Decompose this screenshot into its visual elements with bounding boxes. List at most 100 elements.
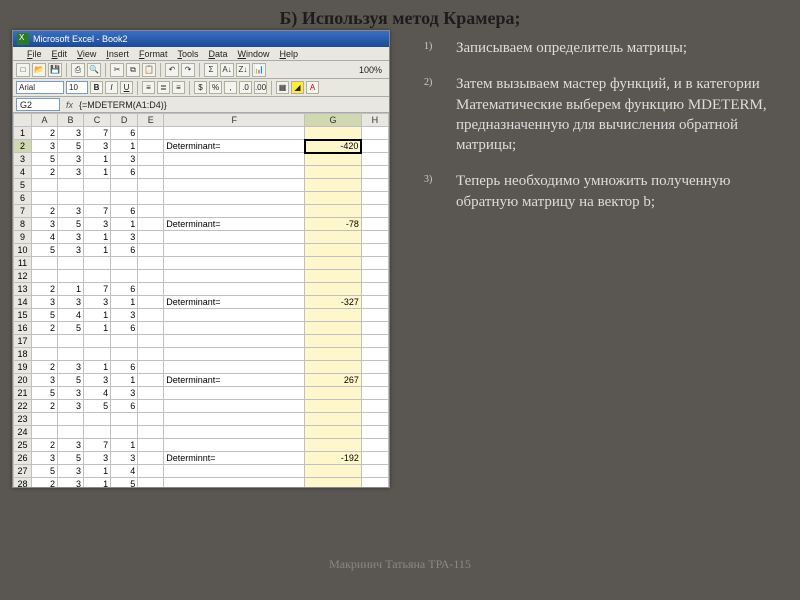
cell[interactable] xyxy=(164,413,305,426)
cell[interactable] xyxy=(138,309,164,322)
cell[interactable]: 7 xyxy=(83,127,110,140)
row-header[interactable]: 2 xyxy=(14,140,32,153)
cell[interactable]: 5 xyxy=(83,400,110,413)
cell[interactable]: 3 xyxy=(111,387,138,400)
inc-decimal-icon[interactable]: .0 xyxy=(239,81,252,94)
cell[interactable]: 3 xyxy=(57,387,83,400)
cell[interactable] xyxy=(361,140,388,153)
cell[interactable] xyxy=(111,426,138,439)
cell[interactable]: 3 xyxy=(83,140,110,153)
cell[interactable] xyxy=(32,348,58,361)
cell[interactable]: 5 xyxy=(32,153,58,166)
cell[interactable] xyxy=(138,335,164,348)
cell[interactable]: 5 xyxy=(111,478,138,488)
cell[interactable] xyxy=(305,478,362,488)
cell[interactable] xyxy=(32,270,58,283)
cell[interactable]: 6 xyxy=(111,283,138,296)
cell[interactable]: 4 xyxy=(83,387,110,400)
cell[interactable]: 3 xyxy=(57,439,83,452)
cell[interactable] xyxy=(361,257,388,270)
cell[interactable] xyxy=(361,335,388,348)
cell[interactable] xyxy=(361,465,388,478)
cell[interactable] xyxy=(32,335,58,348)
cell[interactable] xyxy=(138,374,164,387)
cell[interactable]: 3 xyxy=(83,374,110,387)
cell[interactable]: 3 xyxy=(111,309,138,322)
comma-icon[interactable]: , xyxy=(224,81,237,94)
fontsize-selector[interactable]: 10 xyxy=(66,81,88,94)
cell[interactable] xyxy=(164,257,305,270)
cell[interactable] xyxy=(164,361,305,374)
cell[interactable] xyxy=(32,257,58,270)
cell[interactable] xyxy=(164,127,305,140)
cell[interactable] xyxy=(305,231,362,244)
cell[interactable]: 1 xyxy=(111,374,138,387)
cell[interactable]: 1 xyxy=(83,322,110,335)
cell[interactable]: 3 xyxy=(32,452,58,465)
corner-cell[interactable] xyxy=(14,114,32,127)
cell[interactable]: -327 xyxy=(305,296,362,309)
cell[interactable] xyxy=(138,166,164,179)
cell[interactable] xyxy=(138,452,164,465)
cell[interactable]: 6 xyxy=(111,361,138,374)
cell[interactable] xyxy=(138,127,164,140)
cell[interactable] xyxy=(111,413,138,426)
cell[interactable]: 6 xyxy=(111,166,138,179)
menu-insert[interactable]: Insert xyxy=(106,49,129,59)
cell[interactable] xyxy=(83,179,110,192)
cell[interactable] xyxy=(164,426,305,439)
cell[interactable] xyxy=(83,426,110,439)
align-right-icon[interactable]: ≡ xyxy=(172,81,185,94)
cell[interactable] xyxy=(83,413,110,426)
cell[interactable] xyxy=(111,335,138,348)
row-header[interactable]: 16 xyxy=(14,322,32,335)
menu-file[interactable]: File xyxy=(27,49,42,59)
row-header[interactable]: 22 xyxy=(14,400,32,413)
cell[interactable] xyxy=(138,283,164,296)
cell[interactable]: 2 xyxy=(32,361,58,374)
cell[interactable] xyxy=(164,205,305,218)
row-header[interactable]: 8 xyxy=(14,218,32,231)
row-header[interactable]: 9 xyxy=(14,231,32,244)
cell[interactable] xyxy=(361,426,388,439)
cell[interactable]: 3 xyxy=(111,231,138,244)
menu-window[interactable]: Window xyxy=(237,49,269,59)
dec-decimal-icon[interactable]: .00 xyxy=(254,81,267,94)
cell[interactable]: Determinnt= xyxy=(164,452,305,465)
cell[interactable] xyxy=(305,413,362,426)
cell[interactable]: 4 xyxy=(111,465,138,478)
cell[interactable] xyxy=(83,335,110,348)
cell[interactable] xyxy=(361,244,388,257)
cell[interactable]: 5 xyxy=(32,244,58,257)
cell[interactable]: 5 xyxy=(57,218,83,231)
cell[interactable] xyxy=(361,309,388,322)
cell[interactable] xyxy=(138,153,164,166)
cell[interactable]: Determinant= xyxy=(164,218,305,231)
row-header[interactable]: 13 xyxy=(14,283,32,296)
sort-desc-icon[interactable]: Z↓ xyxy=(236,63,250,77)
row-header[interactable]: 12 xyxy=(14,270,32,283)
cell[interactable] xyxy=(361,153,388,166)
cell[interactable]: 5 xyxy=(32,465,58,478)
row-header[interactable]: 27 xyxy=(14,465,32,478)
cell[interactable]: 3 xyxy=(32,218,58,231)
cell[interactable]: 1 xyxy=(111,439,138,452)
cell[interactable]: 2 xyxy=(32,205,58,218)
cell[interactable] xyxy=(164,192,305,205)
cell[interactable] xyxy=(164,270,305,283)
cell[interactable] xyxy=(164,283,305,296)
cell[interactable] xyxy=(138,400,164,413)
row-header[interactable]: 4 xyxy=(14,166,32,179)
cell[interactable] xyxy=(305,361,362,374)
cell[interactable] xyxy=(138,140,164,153)
cell[interactable]: 6 xyxy=(111,322,138,335)
cell[interactable] xyxy=(57,426,83,439)
row-header[interactable]: 18 xyxy=(14,348,32,361)
cell[interactable]: 3 xyxy=(57,465,83,478)
cell[interactable] xyxy=(32,413,58,426)
percent-icon[interactable]: % xyxy=(209,81,222,94)
cell[interactable] xyxy=(138,257,164,270)
align-center-icon[interactable]: ≣ xyxy=(157,81,170,94)
redo-icon[interactable]: ↷ xyxy=(181,63,195,77)
cell[interactable]: 4 xyxy=(32,231,58,244)
